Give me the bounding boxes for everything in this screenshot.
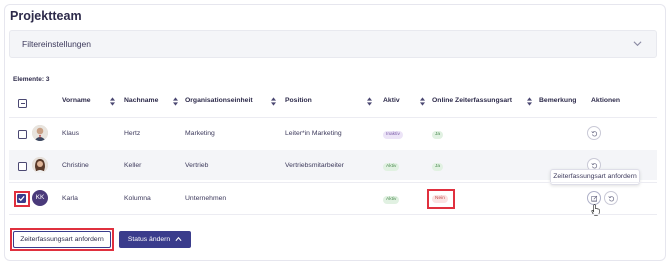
online-badge: Ja [432, 131, 444, 139]
online-badge: Nein [432, 195, 448, 203]
row-checkbox[interactable] [18, 162, 27, 171]
cell-organisationseinheit: Marketing [185, 130, 215, 137]
request-time-tracking-bulk-button[interactable]: Zeiterfassungsart anfordern [13, 231, 111, 248]
page-title: Projektteam [10, 9, 82, 23]
undo-icon [591, 163, 598, 169]
avatar [32, 157, 48, 173]
header-aktionen: Aktionen [591, 97, 621, 104]
chevron-down-icon[interactable] [633, 39, 642, 48]
undo-icon [608, 196, 615, 202]
change-status-button[interactable]: Status ändern [119, 231, 191, 248]
cell-vorname: Christine [62, 162, 89, 169]
cell-organisationseinheit: Unternehmen [185, 195, 227, 202]
header-organisationseinheit[interactable]: Organisationseinheit [185, 97, 253, 109]
request-edit-icon [591, 195, 598, 202]
reset-button[interactable] [587, 126, 601, 140]
row-checkbox[interactable] [18, 130, 27, 139]
table-row[interactable] [9, 183, 657, 213]
header-bemerkung: Bemerkung [539, 97, 577, 104]
cell-vorname: Karla [62, 195, 78, 202]
header-aktiv[interactable]: Aktiv [383, 97, 400, 109]
request-time-tracking-button[interactable] [587, 191, 601, 205]
cell-vorname: Klaus [62, 130, 80, 137]
header-online-zeiterfassungsart[interactable]: Online Zeiterfassungsart [432, 97, 512, 109]
cell-organisationseinheit: Vertrieb [185, 162, 209, 169]
status-badge: Inaktiv [383, 131, 403, 139]
undo-icon [591, 131, 598, 137]
status-badge: Aktiv [383, 163, 400, 171]
cell-nachname: Kolumna [124, 195, 151, 202]
row-checkbox[interactable] [17, 194, 26, 203]
filter-settings-label: Filtereinstellungen [22, 39, 91, 49]
header-vorname[interactable]: Vorname [62, 97, 91, 109]
status-badge: Aktiv [383, 196, 400, 204]
sort-icon[interactable] [420, 97, 425, 106]
sort-icon[interactable] [271, 97, 276, 106]
sort-icon[interactable] [110, 97, 115, 106]
cell-nachname: Hertz [124, 130, 141, 137]
element-count: Elemente: 3 [13, 76, 50, 83]
header-position[interactable]: Position [285, 97, 312, 109]
cell-position: Vertriebsmitarbeiter [285, 162, 344, 169]
sort-icon[interactable] [527, 97, 532, 106]
chevron-up-icon [175, 237, 182, 242]
indeterminate-mark [21, 103, 25, 104]
row-divider [9, 214, 657, 215]
filter-settings-panel[interactable]: Filtereinstellungen [9, 30, 657, 58]
change-status-label: Status ändern [127, 236, 171, 243]
cell-nachname: Keller [124, 162, 142, 169]
online-badge: Ja [432, 163, 444, 171]
sort-icon[interactable] [173, 97, 178, 106]
avatar [32, 125, 48, 141]
header-nachname[interactable]: Nachname [124, 97, 158, 109]
cell-position: Leiter*in Marketing [285, 130, 342, 137]
reset-button[interactable] [604, 191, 618, 205]
sort-icon[interactable] [367, 97, 372, 106]
select-all-checkbox[interactable] [18, 99, 27, 108]
avatar: KK [32, 190, 48, 206]
check-icon [18, 195, 25, 202]
